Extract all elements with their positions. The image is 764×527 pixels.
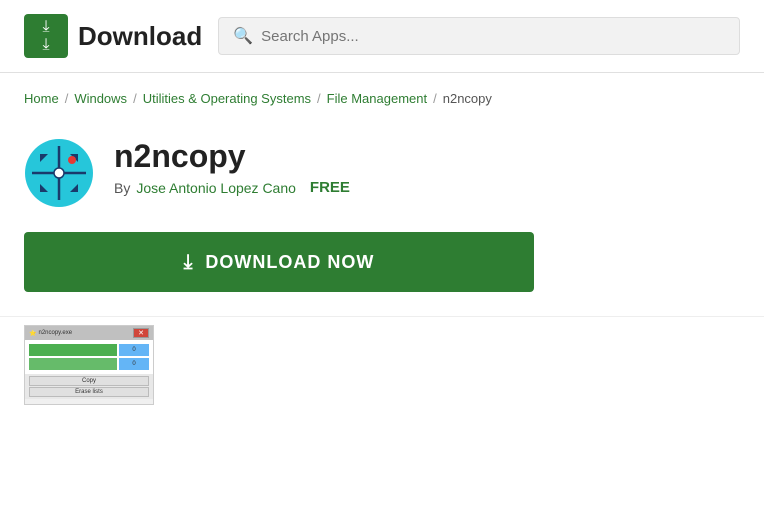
app-icon-wrapper <box>24 138 94 208</box>
breadcrumb-utilities[interactable]: Utilities & Operating Systems <box>143 91 311 106</box>
ss-cell-green-1 <box>29 344 117 356</box>
search-icon: 🔍 <box>233 26 253 46</box>
breadcrumb-sep-3: / <box>317 91 321 106</box>
download-btn-label: DOWNLOAD NOW <box>205 252 374 273</box>
ss-copy-btn: Copy <box>29 376 149 386</box>
ss-cell-green-2 <box>29 358 117 370</box>
breadcrumb-windows[interactable]: Windows <box>74 91 127 106</box>
search-input[interactable] <box>261 28 725 45</box>
app-icon <box>24 138 94 208</box>
ss-row-2: 0 <box>29 358 149 370</box>
breadcrumb-sep-2: / <box>133 91 137 106</box>
download-section: ⤓ DOWNLOAD NOW <box>0 224 764 316</box>
chevron-icon-2: ⤓ <box>42 37 49 53</box>
logo-icon: ⤓ ⤓ <box>24 14 68 58</box>
breadcrumb-sep-4: / <box>433 91 437 106</box>
download-chevron-icon: ⤓ <box>184 251 194 274</box>
header: ⤓ ⤓ Download 🔍 <box>0 0 764 73</box>
logo-title: Download <box>78 21 202 52</box>
ss-erase-btn: Erase lists <box>29 387 149 397</box>
breadcrumb-file-management[interactable]: File Management <box>327 91 427 106</box>
breadcrumb: Home / Windows / Utilities & Operating S… <box>0 73 764 114</box>
app-name: n2ncopy <box>114 138 350 175</box>
price-badge: FREE <box>310 179 350 196</box>
ss-body: 0 0 <box>25 340 153 374</box>
ss-btn-row: Copy Erase lists <box>25 374 153 399</box>
ss-cell-blue-1: 0 <box>119 344 149 356</box>
download-now-button[interactable]: ⤓ DOWNLOAD NOW <box>24 232 534 292</box>
logo-box: ⤓ ⤓ Download <box>24 14 202 58</box>
app-author-row: By Jose Antonio Lopez Cano FREE <box>114 179 350 196</box>
author-link[interactable]: Jose Antonio Lopez Cano <box>136 180 296 196</box>
app-header: n2ncopy By Jose Antonio Lopez Cano FREE <box>0 114 764 224</box>
by-label: By <box>114 180 130 196</box>
ss-close-btn: ✕ <box>133 328 149 338</box>
app-info: n2ncopy By Jose Antonio Lopez Cano FREE <box>114 138 350 196</box>
chevron-icon: ⤓ <box>42 19 49 35</box>
ss-titlebar: ⭐ n2ncopy.exe ✕ <box>25 326 153 340</box>
ss-title-text: ⭐ n2ncopy.exe <box>29 330 72 337</box>
ss-title-label: n2ncopy.exe <box>38 330 72 336</box>
breadcrumb-home[interactable]: Home <box>24 91 59 106</box>
screenshot-thumbnail[interactable]: ⭐ n2ncopy.exe ✕ 0 0 Copy Erase lists <box>24 325 154 405</box>
screenshot-section: ⭐ n2ncopy.exe ✕ 0 0 Copy Erase lists <box>0 316 764 413</box>
ss-row-1: 0 <box>29 344 149 356</box>
search-bar[interactable]: 🔍 <box>218 17 740 55</box>
breadcrumb-sep-1: / <box>65 91 69 106</box>
ss-cell-blue-2: 0 <box>119 358 149 370</box>
breadcrumb-current: n2ncopy <box>443 91 492 106</box>
